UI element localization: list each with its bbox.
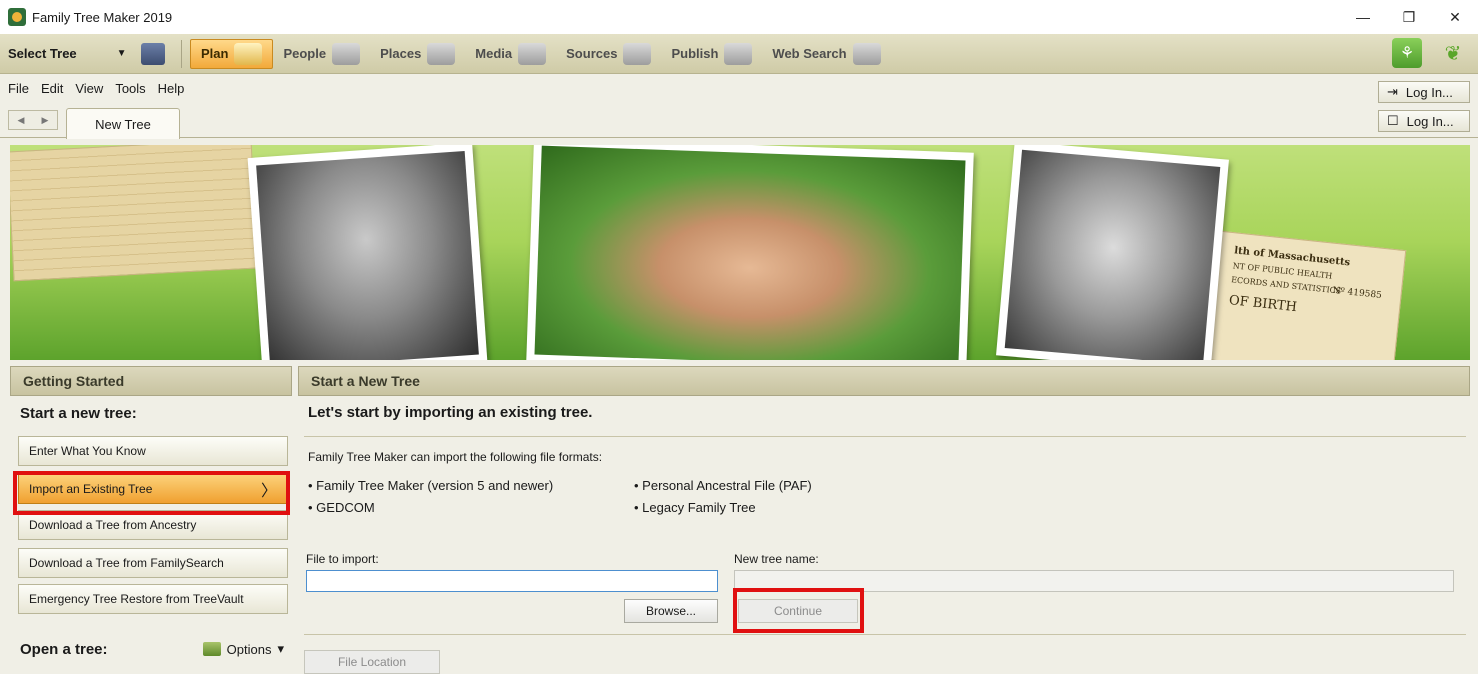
workspace-label: Sources — [566, 46, 618, 61]
birth-certificate: lth of Massachusetts NT OF PUBLIC HEALTH… — [1203, 230, 1407, 360]
import-heading: Let's start by importing an existing tre… — [308, 404, 593, 421]
dropdown-caret-icon: ▾ — [277, 641, 284, 656]
menu-file[interactable]: File — [8, 81, 29, 96]
menu-edit[interactable]: Edit — [41, 81, 63, 96]
workspace-label: People — [283, 46, 327, 61]
format-item: • Personal Ancestral File (PAF) — [634, 478, 812, 493]
workspace-places-button[interactable]: Places — [370, 39, 465, 69]
back-arrow-icon[interactable]: ◀ — [18, 115, 25, 126]
window-title: Family Tree Maker 2019 — [32, 9, 173, 25]
divider — [304, 634, 1466, 635]
open-tree-label: Open a tree: — [20, 640, 108, 658]
sync-leaf-icon[interactable]: ❦ — [1436, 38, 1470, 68]
menu-bar: File Edit View Tools Help — [0, 74, 1478, 102]
select-tree-label: Select Tree — [8, 46, 77, 61]
web-search-icon — [852, 42, 881, 65]
emergency-restore-button[interactable]: Emergency Tree Restore from TreeVault — [18, 584, 288, 614]
document-tab-row: ◀ ▶ New Tree — [0, 102, 1478, 139]
workspace-label: Places — [380, 46, 422, 61]
start-new-tree-panel: Start a New Tree Let's start by importin… — [298, 366, 1470, 674]
enter-what-you-know-button[interactable]: Enter What You Know — [18, 436, 288, 466]
certificate-line: OF BIRTH — [1228, 293, 1298, 316]
close-button[interactable]: ✕ — [1432, 0, 1478, 34]
formats-intro: Family Tree Maker can import the followi… — [308, 450, 603, 464]
sources-icon — [623, 42, 652, 65]
highlight-box-continue — [733, 588, 864, 633]
title-bar: Family Tree Maker 2019 — ❐ ✕ — [0, 0, 1478, 34]
format-item: • Legacy Family Tree — [634, 500, 756, 515]
workspace-publish-button[interactable]: Publish — [661, 39, 762, 69]
forward-arrow-icon[interactable]: ▶ — [42, 115, 49, 126]
file-to-import-label: File to import: — [306, 552, 379, 566]
workspace-sources-button[interactable]: Sources — [556, 39, 661, 69]
browse-button[interactable]: Browse... — [624, 599, 718, 623]
panel-body: Let's start by importing an existing tre… — [298, 396, 1470, 674]
options-menu[interactable]: Options ▾ — [202, 641, 284, 657]
workspace-people-button[interactable]: People — [273, 39, 370, 69]
banner-collage: lth of Massachusetts NT OF PUBLIC HEALTH… — [10, 145, 1470, 360]
workspace-label: Media — [475, 46, 513, 61]
family-photo — [526, 145, 974, 360]
format-item: • GEDCOM — [308, 500, 375, 515]
publish-icon — [724, 42, 753, 65]
media-icon — [518, 42, 547, 65]
start-new-tree-heading: Start a new tree: — [20, 404, 137, 422]
app-icon — [8, 8, 26, 26]
tab-nav-arrows[interactable]: ◀ ▶ — [8, 110, 58, 130]
minimize-button[interactable]: — — [1340, 0, 1386, 34]
menu-help[interactable]: Help — [158, 81, 185, 96]
checkbox-icon: ☐ — [1387, 113, 1399, 128]
file-location-button[interactable]: File Location — [304, 650, 440, 674]
panel-header: Start a New Tree — [298, 366, 1470, 396]
divider — [304, 436, 1466, 437]
window-controls: — ❐ ✕ — [1340, 0, 1478, 34]
restore-button[interactable]: ❐ — [1386, 0, 1432, 34]
file-to-import-input[interactable] — [306, 570, 718, 592]
workspace-label: Publish — [671, 46, 719, 61]
panel-header: Getting Started — [10, 366, 292, 396]
button-label: Enter What You Know — [29, 444, 146, 458]
download-from-familysearch-button[interactable]: Download a Tree from FamilySearch — [18, 548, 288, 578]
menu-tools[interactable]: Tools — [115, 81, 145, 96]
menu-view[interactable]: View — [75, 81, 103, 96]
dropdown-caret-icon: ▼ — [116, 48, 127, 59]
new-tree-name-label: New tree name: — [734, 552, 819, 566]
button-label: Download a Tree from Ancestry — [29, 518, 197, 532]
tab-new-tree[interactable]: New Tree — [66, 108, 180, 139]
sailor-photo — [247, 145, 488, 360]
highlight-box-import — [13, 471, 290, 515]
places-icon — [427, 42, 456, 65]
workspace-plan-button[interactable]: Plan — [190, 38, 274, 69]
getting-started-panel: Getting Started Start a new tree: Enter … — [10, 366, 292, 664]
open-tree-heading: Open a tree: Options ▾ — [10, 632, 292, 666]
format-item: • Family Tree Maker (version 5 and newer… — [308, 478, 554, 493]
family-tree-icon[interactable]: ⚘ — [1392, 38, 1422, 68]
options-label: Options — [226, 641, 272, 657]
certificate-number: Nº 419585 — [1332, 285, 1383, 301]
log-in-label: Log In... — [1406, 113, 1454, 129]
workspace-web-search-button[interactable]: Web Search — [762, 39, 890, 69]
log-in-button[interactable]: ⇥ Log In... — [1378, 81, 1470, 103]
tree-picture-icon — [140, 42, 165, 65]
select-tree-dropdown[interactable]: Select Tree ▼ — [8, 39, 173, 69]
people-icon — [332, 42, 361, 65]
main-toolbar: Select Tree ▼ Plan People Places Media S… — [0, 34, 1478, 74]
button-label: Download a Tree from FamilySearch — [29, 556, 224, 570]
old-document-left — [10, 145, 259, 282]
plan-icon — [234, 42, 263, 65]
log-in-secondary-button[interactable]: ☐ Log In... — [1378, 110, 1470, 132]
toolbar-right-group: ⚘ ❦ — [1392, 38, 1470, 68]
log-in-label: Log In... — [1405, 84, 1453, 100]
options-icon — [202, 642, 221, 656]
button-label: Emergency Tree Restore from TreeVault — [29, 592, 244, 606]
workspace-label: Web Search — [772, 46, 847, 61]
workspace-label: Plan — [201, 46, 229, 61]
workspace-media-button[interactable]: Media — [465, 39, 556, 69]
toolbar-separator — [181, 39, 182, 68]
log-in-arrow-icon: ⇥ — [1387, 84, 1398, 99]
woman-photo — [996, 145, 1229, 360]
